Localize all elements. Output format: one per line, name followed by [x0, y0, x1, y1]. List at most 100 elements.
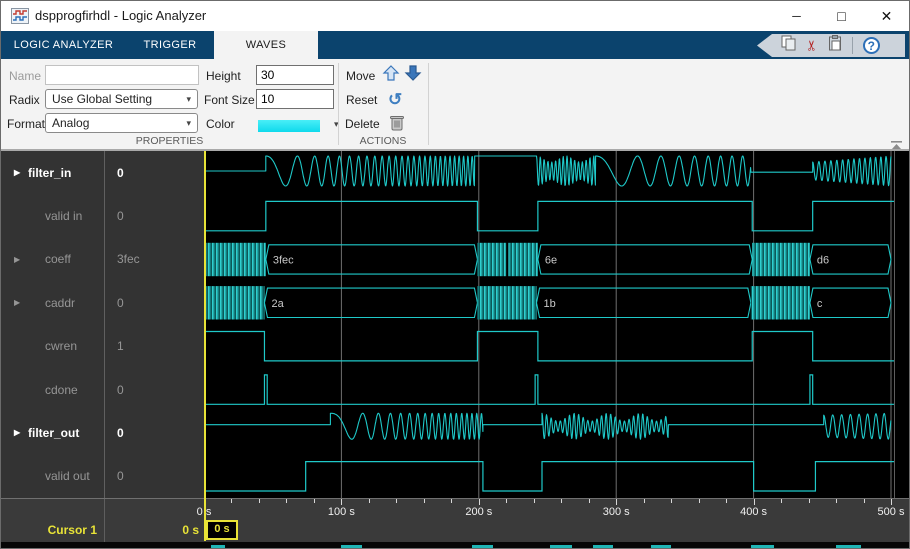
minor-tick: [781, 499, 782, 503]
signal-name: cdone: [45, 383, 78, 397]
cursor-time-box[interactable]: 0 s: [206, 520, 238, 540]
signal-name: cwren: [45, 339, 77, 353]
waveform-plot[interactable]: 3fec6ed62a1bc: [204, 151, 894, 498]
signal-cursor-value: 0: [117, 368, 124, 411]
help-icon[interactable]: ?: [863, 37, 880, 54]
reset-label: Reset: [346, 93, 377, 107]
svg-text:c: c: [817, 298, 823, 310]
signal-row-filter_out[interactable]: ▶filter_out: [1, 411, 104, 454]
svg-text:2a: 2a: [271, 298, 284, 310]
cursor-value: 0 s: [105, 523, 199, 537]
time-tick-label: 400 s: [740, 506, 767, 518]
chevron-down-icon: ▾: [186, 118, 191, 129]
waveform-panel: ▶filter_invalid in ▶ coeff ▶ caddr cwren cdone…: [1, 151, 909, 498]
minor-tick: [286, 499, 287, 503]
time-tick-label: 300 s: [603, 506, 630, 518]
minor-tick: [451, 499, 452, 503]
delete-trash-icon[interactable]: [389, 114, 405, 131]
minor-tick: [699, 499, 700, 503]
signal-cursor-value: 0: [117, 411, 124, 454]
signal-value-column: 003fec01000: [105, 151, 204, 498]
window-title: dspprogfirhdl - Logic Analyzer: [35, 8, 206, 23]
signal-name-column: ▶filter_invalid in ▶ coeff ▶ caddr cwren cdone…: [1, 151, 105, 498]
time-cursor-line[interactable]: [204, 151, 206, 541]
plot-right-gutter: [894, 151, 910, 498]
svg-text:6e: 6e: [545, 254, 557, 266]
minor-tick: [369, 499, 370, 503]
close-button[interactable]: ✕: [864, 1, 909, 31]
section-divider: [428, 63, 429, 145]
overview-mark: [550, 545, 572, 548]
expand-triangle-icon[interactable]: ▶: [14, 168, 20, 177]
cut-icon[interactable]: ✂: [803, 40, 820, 52]
minor-tick: [644, 499, 645, 503]
minor-tick: [259, 499, 260, 503]
reset-icon[interactable]: ↺: [388, 91, 402, 108]
height-input[interactable]: [256, 65, 334, 85]
color-swatch[interactable]: [258, 120, 320, 132]
minor-tick: [589, 499, 590, 503]
maximize-button[interactable]: □: [819, 1, 864, 31]
logic-analyzer-window: dspprogfirhdl - Logic Analyzer ─ □ ✕ LOG…: [0, 0, 910, 549]
waves-ribbon: Name Radix Use Global Setting ▾ Format A…: [1, 59, 909, 151]
font-size-input[interactable]: [256, 89, 334, 109]
properties-section-label: PROPERTIES: [1, 135, 338, 147]
signal-row-valid-in[interactable]: valid in: [1, 194, 104, 237]
chevron-down-icon: ▾: [186, 94, 191, 105]
quick-access-toolbar: ✂ ?: [757, 34, 905, 57]
radix-value: Use Global Setting: [52, 92, 152, 106]
svg-text:1b: 1b: [544, 298, 556, 310]
section-divider: [338, 63, 339, 145]
signal-cursor-value: 0: [117, 455, 124, 498]
signal-row-filter_in[interactable]: ▶filter_in: [1, 151, 104, 194]
minor-tick: [809, 499, 810, 503]
format-dropdown[interactable]: Analog ▾: [45, 113, 198, 133]
format-value: Analog: [52, 116, 89, 130]
minor-tick: [836, 499, 837, 503]
major-tick: [891, 499, 892, 505]
signal-cursor-value: 3fec: [117, 238, 140, 281]
expand-triangle-icon[interactable]: ▶: [14, 298, 20, 307]
overview-mark: [211, 545, 225, 548]
signal-row-cwren[interactable]: cwren: [1, 325, 104, 368]
move-down-button[interactable]: [404, 64, 422, 82]
major-tick: [616, 499, 617, 505]
signal-name: coeff: [45, 252, 71, 266]
svg-text:3fec: 3fec: [273, 254, 294, 266]
signal-name: caddr: [45, 296, 75, 310]
overview-strip[interactable]: [1, 542, 909, 549]
height-label: Height: [206, 69, 241, 83]
name-input[interactable]: [45, 65, 199, 85]
minor-tick: [671, 499, 672, 503]
overview-mark: [341, 545, 362, 548]
minor-tick: [561, 499, 562, 503]
major-tick: [479, 499, 480, 505]
radix-dropdown[interactable]: Use Global Setting ▾: [45, 89, 198, 109]
tab-waves[interactable]: WAVES: [214, 31, 318, 59]
actions-section-label: ACTIONS: [338, 135, 428, 147]
minor-tick: [506, 499, 507, 503]
move-up-button[interactable]: [382, 64, 400, 82]
signal-cursor-value: 0: [117, 281, 124, 324]
minor-tick: [534, 499, 535, 503]
minor-tick: [314, 499, 315, 503]
signal-row-cdone[interactable]: cdone: [1, 368, 104, 411]
signal-row-valid-out[interactable]: valid out: [1, 455, 104, 498]
name-label: Name: [9, 69, 41, 83]
minimize-button[interactable]: ─: [774, 1, 819, 31]
expand-triangle-icon[interactable]: ▶: [14, 255, 20, 264]
minor-tick: [726, 499, 727, 503]
signal-row-coeff[interactable]: ▶ coeff: [1, 238, 104, 281]
tab-trigger[interactable]: TRIGGER: [126, 31, 214, 59]
signal-row-caddr[interactable]: ▶ caddr: [1, 281, 104, 324]
tab-logic-analyzer[interactable]: LOGIC ANALYZER: [1, 31, 126, 59]
time-tick-label: 200 s: [465, 506, 492, 518]
copy-icon[interactable]: [781, 35, 796, 56]
overview-mark: [836, 545, 861, 548]
signal-name: valid in: [45, 209, 82, 223]
delete-label: Delete: [345, 117, 380, 131]
paste-icon[interactable]: [828, 35, 842, 56]
signal-cursor-value: 0: [117, 151, 124, 194]
time-tick-label: 500 s: [878, 506, 905, 518]
expand-triangle-icon[interactable]: ▶: [14, 428, 20, 437]
